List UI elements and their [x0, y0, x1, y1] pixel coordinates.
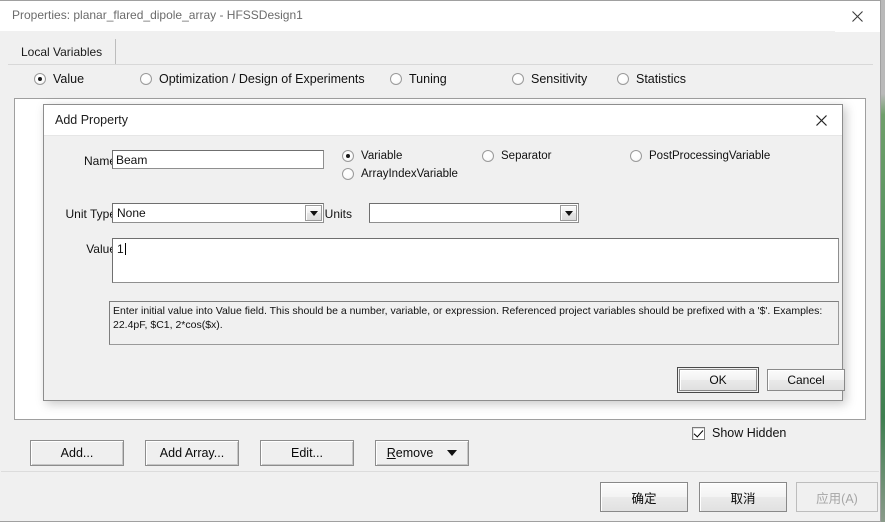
- name-input[interactable]: Beam: [112, 150, 324, 169]
- tab-underline: [8, 64, 873, 65]
- edit-button-label: Edit...: [291, 446, 323, 460]
- radio-label: ArrayIndexVariable: [361, 168, 458, 180]
- cancel-button[interactable]: 取消: [699, 482, 787, 512]
- add-array-button-label: Add Array...: [159, 446, 225, 460]
- apply-button-label: 应用(A): [816, 491, 858, 506]
- value-input-text: 1: [117, 242, 124, 256]
- name-label: Name: [83, 154, 116, 168]
- radio-label: Statistics: [636, 72, 687, 86]
- edit-button[interactable]: Edit...: [260, 440, 354, 466]
- units-label: Units: [324, 207, 352, 221]
- cancel-button-label: 取消: [730, 491, 756, 506]
- radio-indicator: [140, 73, 152, 85]
- remove-accel-letter: R: [386, 446, 396, 460]
- radio-sensitivity[interactable]: Sensitivity: [512, 72, 587, 86]
- confirm-button[interactable]: 确定: [600, 482, 688, 512]
- radio-statistics[interactable]: Statistics: [617, 72, 686, 86]
- radio-optimization[interactable]: Optimization / Design of Experiments: [140, 72, 365, 86]
- radio-separator[interactable]: Separator: [482, 150, 552, 162]
- radio-label: PostProcessingVariable: [649, 150, 771, 162]
- radio-tuning[interactable]: Tuning: [390, 72, 447, 86]
- confirm-button-label: 确定: [631, 491, 657, 506]
- value-input[interactable]: 1: [112, 238, 839, 283]
- radio-indicator: [482, 150, 494, 162]
- radio-value[interactable]: Value: [34, 72, 84, 86]
- radio-indicator: [342, 150, 354, 162]
- radio-label: Sensitivity: [531, 72, 588, 86]
- chevron-down-icon[interactable]: [560, 205, 577, 221]
- dialog-title: Add Property: [55, 113, 128, 127]
- window-title: Properties: planar_flared_dipole_array -…: [12, 8, 303, 22]
- value-label: Value: [86, 242, 116, 256]
- units-select[interactable]: [369, 203, 579, 223]
- remove-button[interactable]: Remove: [375, 440, 469, 466]
- dialog-cancel-label: Cancel: [787, 373, 825, 387]
- remove-button-label: Remove: [387, 446, 434, 460]
- dialog-cancel-button[interactable]: Cancel: [767, 369, 845, 391]
- help-text: Enter initial value into Value field. Th…: [109, 301, 839, 345]
- close-icon[interactable]: [800, 105, 842, 135]
- tab-local-variables[interactable]: Local Variables: [8, 39, 117, 65]
- radio-array-index-variable[interactable]: ArrayIndexVariable: [342, 168, 458, 180]
- add-button-label: Add...: [60, 446, 94, 460]
- unit-type-value: None: [117, 206, 146, 220]
- radio-label: Tuning: [409, 72, 447, 86]
- desktop-background-sliver: [881, 0, 885, 522]
- unit-type-label: Unit Type: [65, 207, 116, 221]
- tab-label: Local Variables: [21, 45, 103, 59]
- show-hidden-label: Show Hidden: [712, 426, 787, 440]
- text-cursor: [124, 243, 126, 255]
- radio-label: Optimization / Design of Experiments: [159, 72, 365, 86]
- dialog-ok-label: OK: [709, 373, 727, 387]
- radio-variable[interactable]: Variable: [342, 150, 402, 162]
- radio-indicator: [512, 73, 524, 85]
- apply-button: 应用(A): [796, 482, 878, 512]
- radio-indicator: [34, 73, 46, 85]
- chevron-down-icon[interactable]: [447, 450, 458, 456]
- add-button[interactable]: Add...: [30, 440, 124, 466]
- screen: Properties: planar_flared_dipole_array -…: [0, 0, 885, 522]
- dialog-body: Name Beam Variable ArrayIndexVariable Se…: [44, 136, 845, 400]
- add-array-button[interactable]: Add Array...: [145, 440, 239, 466]
- radio-label: Separator: [501, 150, 552, 162]
- radio-label: Value: [53, 72, 85, 86]
- tab-strip: Local Variables: [8, 39, 873, 65]
- remove-rest-label: emove: [395, 446, 434, 460]
- dialog-ok-button[interactable]: OK: [677, 367, 759, 393]
- show-hidden-checkbox[interactable]: Show Hidden: [692, 426, 786, 440]
- close-icon[interactable]: [835, 1, 880, 32]
- checkbox-indicator: [692, 426, 705, 440]
- radio-indicator: [630, 150, 642, 162]
- window-titlebar: Properties: planar_flared_dipole_array -…: [0, 1, 880, 32]
- radio-indicator: [342, 168, 354, 180]
- radio-indicator: [617, 73, 629, 85]
- radio-post-processing-variable[interactable]: PostProcessingVariable: [630, 150, 770, 162]
- view-mode-radio-group: Value Optimization / Design of Experimen…: [0, 72, 881, 96]
- add-property-dialog: Add Property Name Beam Variable ArrayInd…: [43, 104, 845, 401]
- radio-indicator: [390, 73, 402, 85]
- footer-separator: [1, 471, 879, 472]
- radio-label: Variable: [361, 150, 403, 162]
- dialog-titlebar: Add Property: [44, 105, 842, 136]
